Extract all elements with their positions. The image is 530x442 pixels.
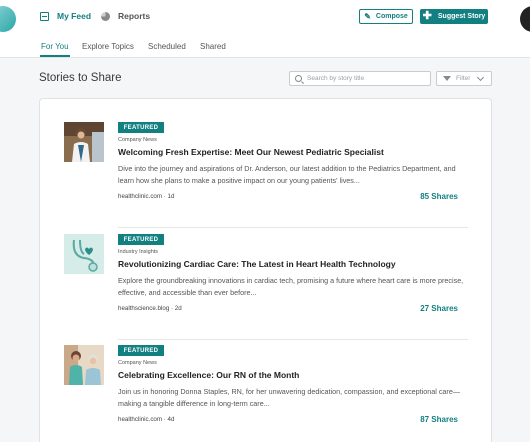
chevron-down-icon	[477, 73, 485, 81]
edit-icon: ✎	[364, 12, 371, 21]
story-shares[interactable]: 27 Shares	[420, 304, 458, 313]
filter-label: Filter	[456, 75, 471, 82]
search-input[interactable]	[307, 75, 425, 82]
nav-reports-label: Reports	[118, 11, 151, 21]
featured-badge: FEATURED	[118, 345, 164, 356]
story-title[interactable]: Celebrating Excellence: Our RN of the Mo…	[118, 370, 299, 380]
story-source: healthclinic.com · 1d	[118, 193, 175, 200]
story-divider	[118, 339, 468, 340]
story-description: Join us in honoring Donna Staples, RN, f…	[118, 387, 461, 408]
featured-badge: FEATURED	[118, 234, 164, 245]
search-box[interactable]	[289, 71, 431, 86]
nav-reports[interactable]: Reports	[101, 11, 150, 21]
compose-label: Compose	[375, 13, 408, 20]
story-category: Company News	[118, 137, 157, 143]
tab-for-you[interactable]: For You	[40, 42, 70, 57]
page-title: Stories to Share	[39, 72, 122, 84]
tab-scheduled[interactable]: Scheduled	[148, 42, 186, 51]
feed-icon	[40, 11, 49, 21]
doctor-photo-icon	[64, 122, 104, 162]
story-shares[interactable]: 87 Shares	[420, 415, 458, 424]
story-category: Industry Insights	[118, 249, 159, 255]
story-category: Company News	[118, 360, 157, 366]
brand-logo[interactable]	[0, 6, 16, 32]
suggest-story-label: Suggest Story	[437, 13, 486, 20]
pie-chart-icon	[101, 11, 110, 21]
featured-badge: FEATURED	[118, 122, 164, 133]
story-shares[interactable]: 85 Shares	[420, 192, 458, 201]
story-divider	[118, 227, 468, 228]
compose-button[interactable]: ✎ Compose	[359, 9, 413, 24]
nav-my-feed[interactable]: My Feed	[40, 11, 91, 21]
user-avatar[interactable]	[520, 6, 530, 32]
story-source: healthscience.blog · 2d	[118, 305, 182, 312]
tab-shared[interactable]: Shared	[200, 42, 226, 51]
search-icon	[295, 75, 302, 82]
top-navigation: My Feed Reports ✎ Compose ✚ Suggest Stor…	[0, 0, 530, 34]
suggest-story-button[interactable]: ✚ Suggest Story	[420, 9, 488, 24]
tab-explore-topics[interactable]: Explore Topics	[82, 42, 134, 51]
stories-panel: FEATURED Company News Welcoming Fresh Ex…	[39, 98, 492, 442]
story-description: Explore the groundbreaking innovations i…	[118, 276, 464, 297]
plus-icon: ✚	[422, 10, 432, 22]
nurse-patient-photo-icon	[64, 345, 104, 385]
filter-icon	[443, 76, 451, 81]
stethoscope-heart-icon	[64, 234, 104, 274]
tab-bar: For You Explore Topics Scheduled Shared	[0, 34, 530, 58]
nav-my-feed-label: My Feed	[57, 11, 92, 21]
story-source: healthclinic.com · 4d	[118, 416, 175, 423]
story-title[interactable]: Revolutionizing Cardiac Care: The Latest…	[118, 259, 396, 269]
filter-dropdown[interactable]: Filter	[436, 71, 492, 86]
story-title[interactable]: Welcoming Fresh Expertise: Meet Our Newe…	[118, 147, 384, 157]
story-description: Dive into the journey and aspirations of…	[118, 164, 456, 185]
